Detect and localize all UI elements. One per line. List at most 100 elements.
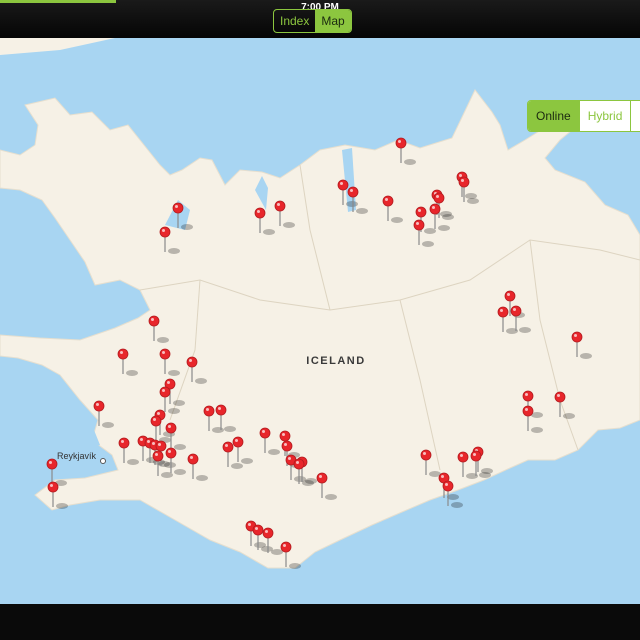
pin-head[interactable] xyxy=(316,472,328,484)
bottom-bar xyxy=(0,604,640,640)
pin-head[interactable] xyxy=(470,450,482,462)
pin-head[interactable] xyxy=(510,305,522,317)
pin-highlight xyxy=(162,351,165,354)
pin-head[interactable] xyxy=(215,404,227,416)
pin-head[interactable] xyxy=(280,541,292,553)
pin-head[interactable] xyxy=(203,405,215,417)
map-type-satellite[interactable]: S xyxy=(630,101,640,131)
map-type-control[interactable]: Online Hybrid S xyxy=(527,100,640,132)
pin-head[interactable] xyxy=(118,437,130,449)
pin-head[interactable] xyxy=(159,226,171,238)
pin-head[interactable] xyxy=(148,315,160,327)
pin-highlight xyxy=(206,408,209,411)
pin-highlight xyxy=(513,308,516,311)
pin-head[interactable] xyxy=(522,390,534,402)
pin-head[interactable] xyxy=(165,422,177,434)
pin-highlight xyxy=(525,393,528,396)
pin-head[interactable] xyxy=(293,458,305,470)
pin-shadow xyxy=(181,224,193,230)
map-view[interactable]: ICELAND Reykjavík Online Hybrid S xyxy=(0,38,640,604)
pin-highlight xyxy=(461,179,464,182)
pin-head[interactable] xyxy=(274,200,286,212)
pin-head[interactable] xyxy=(152,450,164,462)
pin-head[interactable] xyxy=(347,186,359,198)
map-pin[interactable] xyxy=(46,458,67,486)
pin-head[interactable] xyxy=(433,192,445,204)
pin-highlight xyxy=(460,454,463,457)
pin-head[interactable] xyxy=(165,447,177,459)
pin-head[interactable] xyxy=(47,481,59,493)
pin-head[interactable] xyxy=(442,480,454,492)
pin-shadow xyxy=(580,353,592,359)
pin-highlight xyxy=(283,544,286,547)
pin-highlight xyxy=(168,425,171,428)
pin-shadow xyxy=(196,475,208,481)
pin-head[interactable] xyxy=(413,219,425,231)
pin-head[interactable] xyxy=(382,195,394,207)
city-marker xyxy=(100,458,106,464)
pin-head[interactable] xyxy=(497,306,509,318)
pin-head[interactable] xyxy=(159,386,171,398)
pin-head[interactable] xyxy=(458,176,470,188)
pin-head[interactable] xyxy=(187,453,199,465)
pin-highlight xyxy=(288,457,291,460)
pin-head[interactable] xyxy=(232,436,244,448)
pin-head[interactable] xyxy=(415,206,427,218)
map-tab[interactable]: Map xyxy=(315,10,351,32)
pin-highlight xyxy=(167,381,170,384)
pin-head[interactable] xyxy=(252,524,264,536)
pin-head[interactable] xyxy=(262,527,274,539)
pin-highlight xyxy=(235,439,238,442)
pin-highlight xyxy=(525,408,528,411)
pin-shadow xyxy=(224,426,236,432)
pin-highlight xyxy=(162,389,165,392)
pin-shadow xyxy=(438,225,450,231)
pin-head[interactable] xyxy=(429,203,441,215)
pin-highlight xyxy=(162,229,165,232)
pin-shadow xyxy=(302,480,314,486)
pin-highlight xyxy=(50,484,53,487)
pin-highlight xyxy=(319,475,322,478)
pin-head[interactable] xyxy=(172,202,184,214)
pin-shadow xyxy=(465,193,477,199)
pin-head[interactable] xyxy=(117,348,129,360)
pin-head[interactable] xyxy=(281,440,293,452)
index-tab[interactable]: Index xyxy=(274,10,315,32)
bay-faxafloi xyxy=(60,420,100,450)
pin-head[interactable] xyxy=(279,430,291,442)
pin-head[interactable] xyxy=(254,207,266,219)
pin-highlight xyxy=(296,461,299,464)
map-type-online[interactable]: Online xyxy=(528,101,579,131)
pin-highlight xyxy=(436,195,439,198)
pin-highlight xyxy=(257,210,260,213)
view-toggle[interactable]: Index Map xyxy=(273,9,352,33)
pin-head[interactable] xyxy=(420,449,432,461)
pin-head[interactable] xyxy=(457,451,469,463)
pin-head[interactable] xyxy=(93,400,105,412)
pin-head[interactable] xyxy=(259,427,271,439)
pin-highlight xyxy=(423,452,426,455)
pin-highlight xyxy=(500,309,503,312)
pin-shadow xyxy=(271,549,283,555)
pin-head[interactable] xyxy=(159,348,171,360)
pin-shadow xyxy=(157,337,169,343)
pin-head[interactable] xyxy=(46,458,58,470)
pin-head[interactable] xyxy=(522,405,534,417)
map-type-hybrid[interactable]: Hybrid xyxy=(578,101,631,131)
pin-head[interactable] xyxy=(155,440,167,452)
pin-head[interactable] xyxy=(150,415,162,427)
pin-shadow xyxy=(442,214,454,220)
pin-highlight xyxy=(248,523,251,526)
pin-head[interactable] xyxy=(395,137,407,149)
city-label: Reykjavík xyxy=(57,451,97,461)
pin-head[interactable] xyxy=(554,391,566,403)
pin-head[interactable] xyxy=(337,179,349,191)
pin-head[interactable] xyxy=(222,441,234,453)
pin-shadow xyxy=(168,248,180,254)
pin-highlight xyxy=(157,412,160,415)
pin-head[interactable] xyxy=(571,331,583,343)
pin-shadow xyxy=(563,413,575,419)
pin-head[interactable] xyxy=(186,356,198,368)
pin-head[interactable] xyxy=(504,290,516,302)
pin-highlight xyxy=(225,444,228,447)
